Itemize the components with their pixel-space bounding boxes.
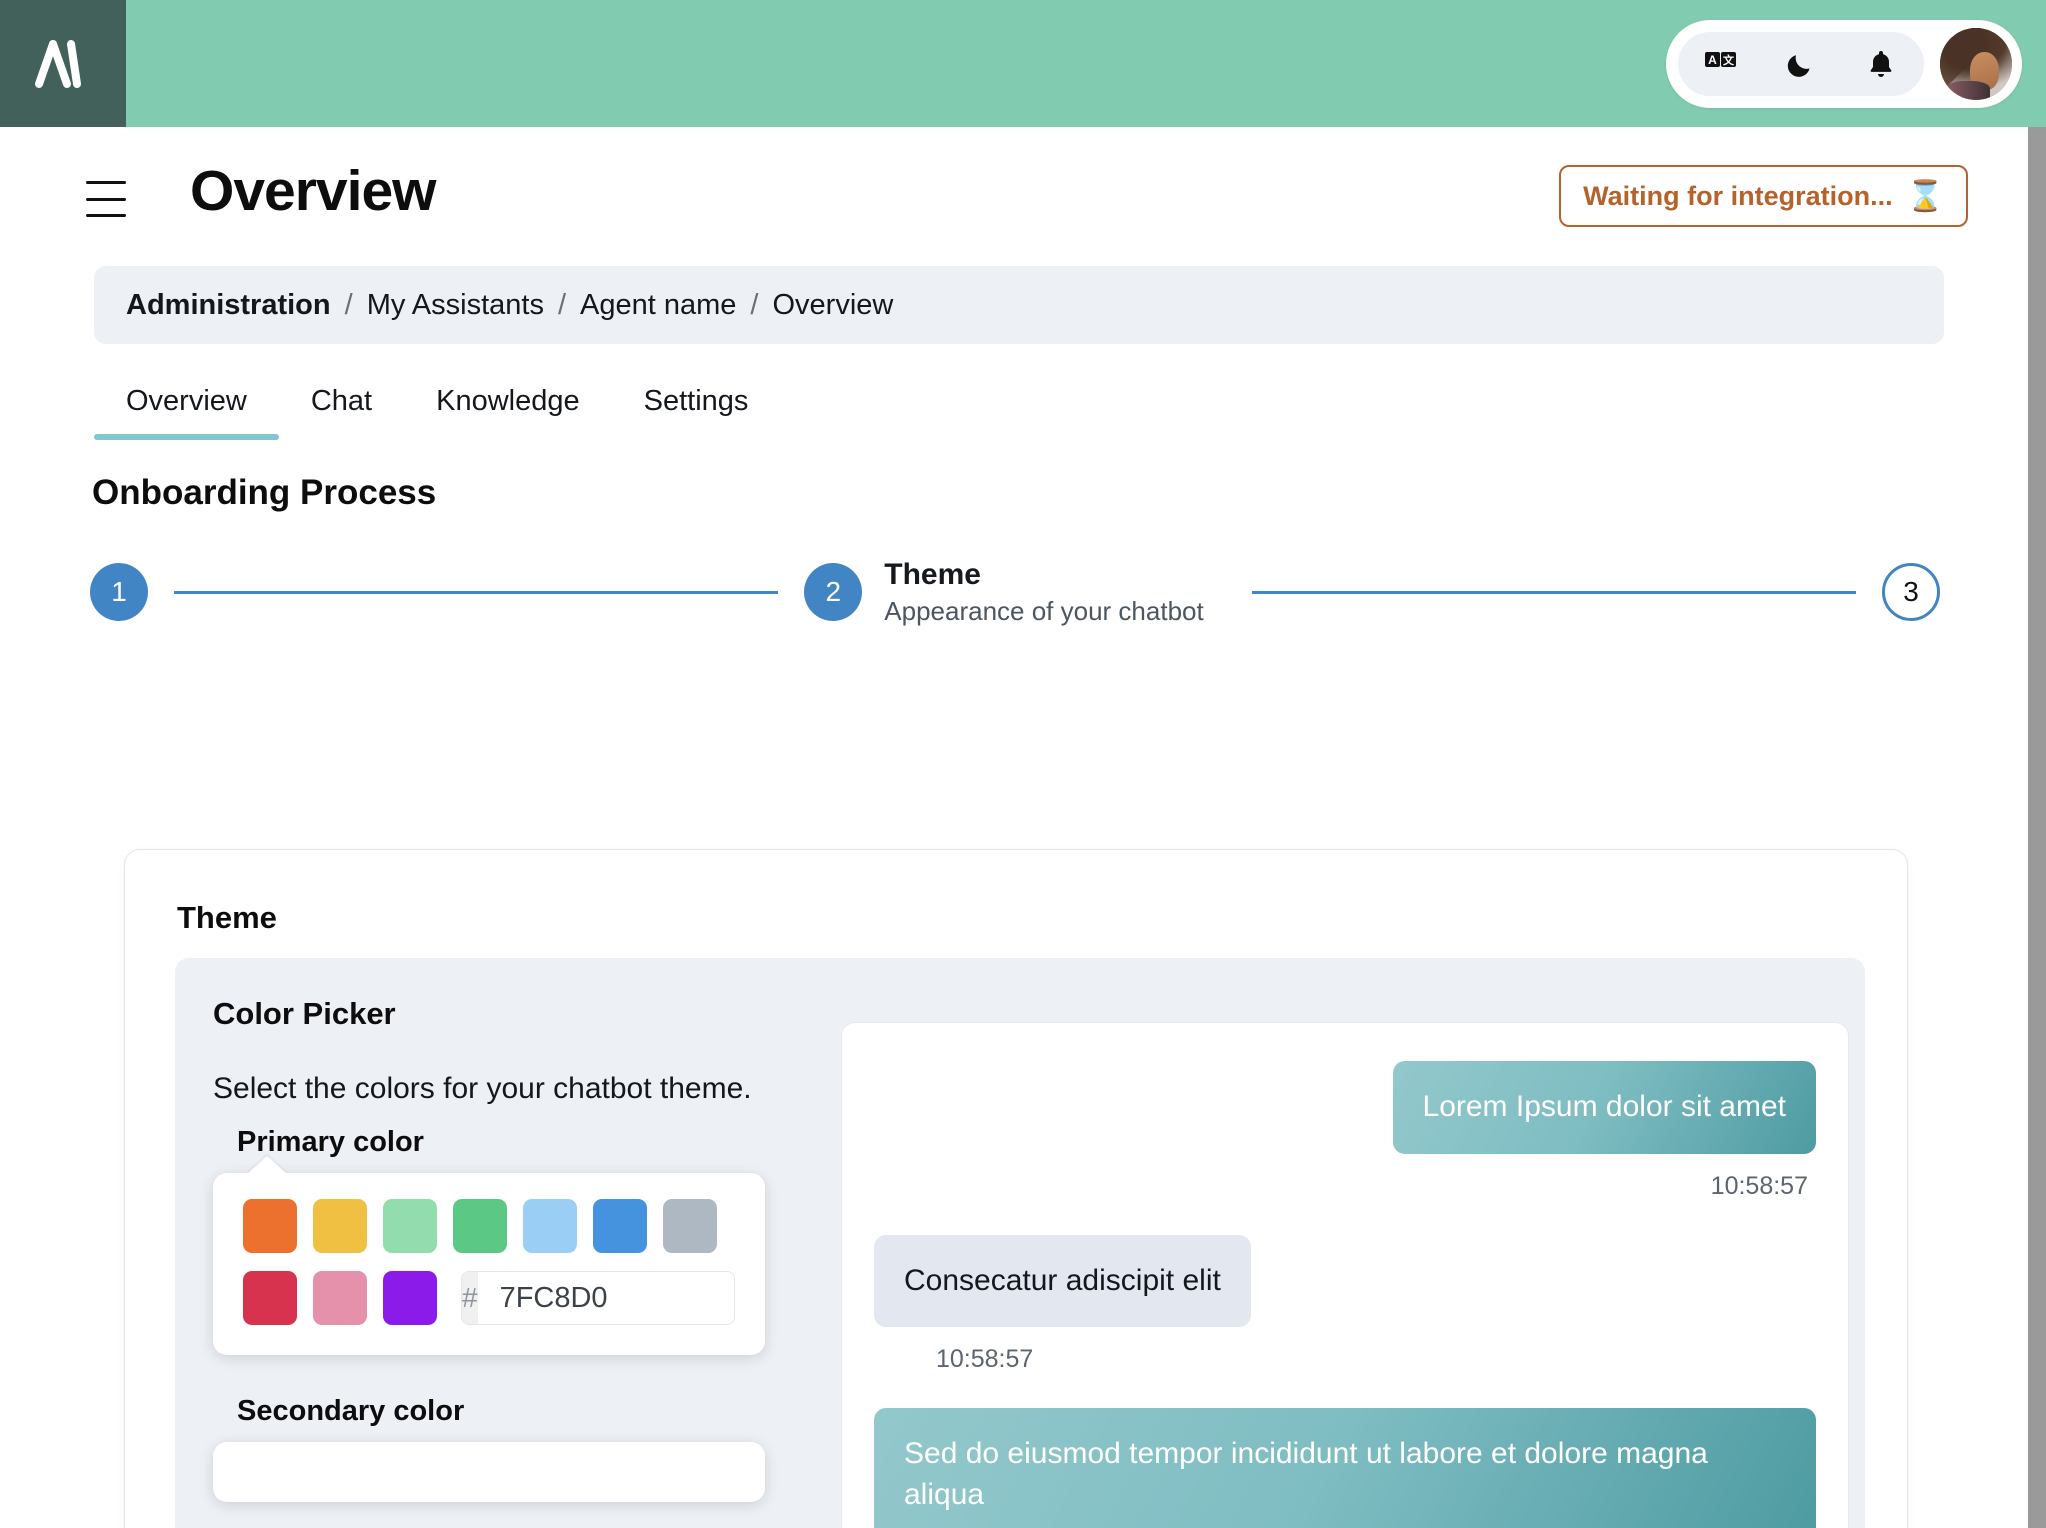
breadcrumb-separator: / [557,288,567,321]
top-header-bar: A 文 [0,0,2046,127]
app-logo[interactable] [0,0,126,127]
step-connector-2 [1251,590,1857,594]
svg-text:A: A [1708,53,1717,67]
swatch-orange[interactable] [243,1199,297,1253]
hash-prefix: # [462,1272,478,1324]
panel-title: Color Picker [213,996,396,1031]
tab-chat[interactable]: Chat [279,371,404,440]
panel-subtitle: Select the colors for your chatbot theme… [213,1072,752,1105]
breadcrumb-item-agent-name[interactable]: Agent name [580,289,736,322]
app-screen: A 文 Overview Waiting for integration... … [0,0,2046,1528]
header-actions: A 文 [1666,20,2022,108]
svg-text:文: 文 [1723,53,1735,67]
breadcrumb-item-overview[interactable]: Overview [772,289,893,322]
tab-settings[interactable]: Settings [612,371,781,440]
tab-bar: Overview Chat Knowledge Settings [94,371,780,440]
breadcrumb-item-my-assistants[interactable]: My Assistants [367,289,544,322]
breadcrumb-separator: / [750,288,759,321]
chat-message-outgoing: Sed do eiusmod tempor incididunt ut labo… [874,1408,1816,1528]
step-2-description: Appearance of your chatbot [884,596,1204,627]
chat-timestamp: 10:58:57 [936,1345,1034,1373]
vertical-scrollbar[interactable] [2028,127,2046,1528]
swatch-pink[interactable] [313,1271,367,1325]
user-avatar[interactable] [1940,28,2012,100]
hourglass-icon: ⌛ [1906,179,1944,213]
step-2-title: Theme [884,557,981,591]
secondary-color-label: Secondary color [237,1395,465,1427]
chat-bubble: Sed do eiusmod tempor incididunt ut labo… [874,1408,1816,1528]
step-1-circle[interactable]: 1 [90,563,148,621]
swatch-light-green[interactable] [383,1199,437,1253]
primary-hex-field: # [461,1271,735,1325]
primary-color-label: Primary color [237,1126,424,1158]
page-content: Overview Waiting for integration... ⌛ Ad… [0,127,2028,1528]
primary-color-popover: # [213,1173,765,1355]
status-badge[interactable]: Waiting for integration... ⌛ [1559,165,1968,227]
color-picker-column: Primary color # 7FC8D0 Secondary color [213,1126,813,1502]
breadcrumb-separator: / [344,288,353,321]
notifications-icon[interactable] [1864,47,1898,81]
chat-bubble: Consecatur adiscipit elit [874,1234,1251,1327]
translate-icon[interactable]: A 文 [1704,47,1738,81]
page-title-row: Overview Waiting for integration... ⌛ [0,153,2028,249]
section-title: Onboarding Process [92,473,437,512]
swatch-light-blue[interactable] [523,1199,577,1253]
step-2-label: Theme Appearance of your chatbot [884,557,1203,628]
swatch-green[interactable] [453,1199,507,1253]
swatch-gray[interactable] [663,1199,717,1253]
avatar-shirt [1945,81,1991,100]
card-title: Theme [177,900,277,935]
tab-knowledge[interactable]: Knowledge [404,371,612,440]
onboarding-stepper: 1 2 Theme Appearance of your chatbot 3 [90,547,1941,637]
primary-swatch-row-1 [243,1199,735,1253]
breadcrumb: Administration / My Assistants / Agent n… [94,266,1944,344]
swatch-blue[interactable] [593,1199,647,1253]
swatch-red[interactable] [243,1271,297,1325]
page-title: Overview [190,159,436,223]
header-icon-group: A 文 [1678,32,1924,96]
chat-message-incoming: Consecatur adiscipit elit 10:58:57 [874,1234,1816,1375]
status-badge-label: Waiting for integration... [1583,180,1893,211]
step-connector-1 [174,590,779,594]
chat-preview: Lorem Ipsum dolor sit amet 10:58:57 Cons… [841,1022,1849,1528]
swatch-purple[interactable] [383,1271,437,1325]
secondary-color-popover [213,1442,765,1502]
step-3-circle[interactable]: 3 [1882,563,1941,621]
step-2-circle[interactable]: 2 [804,563,863,621]
chat-bubble: Lorem Ipsum dolor sit amet [1392,1061,1816,1154]
breadcrumb-item-administration[interactable]: Administration [126,289,331,322]
tab-overview[interactable]: Overview [94,371,279,440]
primary-swatch-row-2: # [243,1271,735,1325]
chat-message-outgoing: Lorem Ipsum dolor sit amet 10:58:57 [874,1061,1816,1201]
swatch-yellow[interactable] [313,1199,367,1253]
color-picker-panel: Color Picker Select the colors for your … [175,958,1865,1528]
primary-hex-input[interactable] [477,1272,734,1324]
chat-timestamp: 10:58:57 [1710,1171,1808,1200]
theme-card: Theme Color Picker Select the colors for… [124,849,1908,1528]
dark-mode-icon[interactable] [1784,47,1818,81]
hamburger-menu-icon[interactable] [86,181,126,217]
